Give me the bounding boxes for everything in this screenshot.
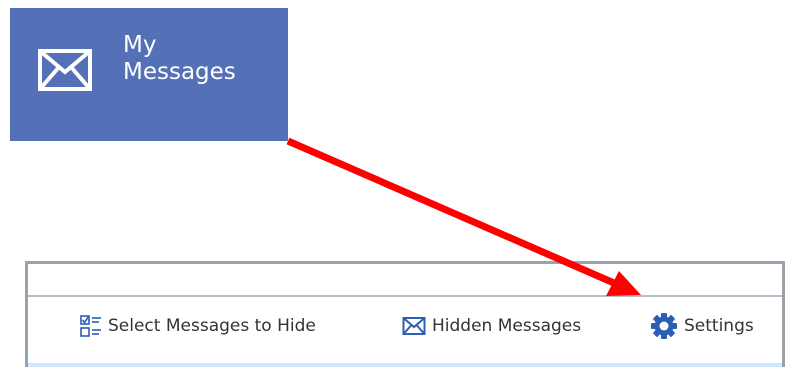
hidden-messages-button[interactable]: Hidden Messages — [402, 309, 581, 343]
tile-label-line2: Messages — [123, 59, 236, 85]
settings-label: Settings — [684, 316, 754, 336]
tile-label-line1: My — [123, 32, 157, 58]
envelope-icon — [402, 316, 426, 336]
hidden-messages-label: Hidden Messages — [432, 316, 582, 336]
gear-icon — [650, 312, 678, 340]
tile-label: My Messages — [123, 32, 236, 86]
messages-toolbar: Select Messages to Hide Hidden Messages — [28, 309, 782, 343]
checklist-icon — [80, 314, 102, 338]
messages-panel: Select Messages to Hide Hidden Messages — [25, 261, 785, 367]
screenshot-canvas: My Messages Select Messages to Hide Hidd… — [0, 0, 796, 373]
panel-divider — [28, 295, 782, 297]
select-messages-to-hide-label: Select Messages to Hide — [108, 316, 316, 336]
envelope-icon — [37, 48, 93, 92]
settings-button[interactable]: Settings — [650, 309, 754, 343]
select-messages-to-hide-button[interactable]: Select Messages to Hide — [80, 309, 316, 343]
panel-content-strip — [28, 363, 782, 367]
my-messages-tile[interactable]: My Messages — [10, 8, 288, 141]
